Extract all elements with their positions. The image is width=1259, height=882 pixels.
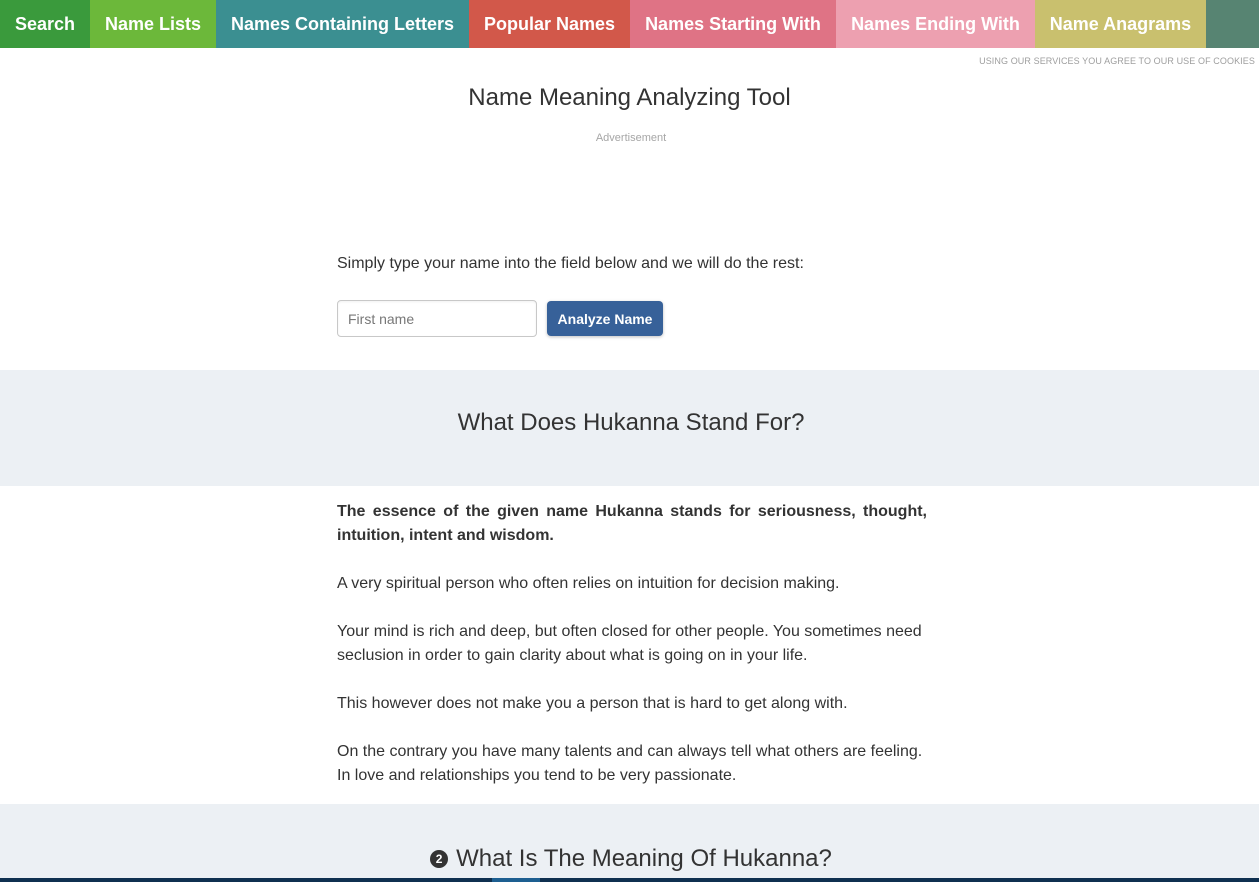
section-heading-band-2: 2 What Is The Meaning Of Hukanna? [0, 804, 1259, 882]
page-title: Name Meaning Analyzing Tool [468, 84, 791, 111]
paragraph: A very spiritual person who often relies… [337, 575, 840, 592]
paragraph: This however does not make you a person … [337, 695, 848, 712]
advertisement-label: Advertisement [595, 132, 667, 144]
meaning-content: The essence of the given name Hukanna st… [337, 500, 927, 812]
number-badge-icon: 2 [430, 850, 449, 868]
bottom-strip [0, 878, 1259, 882]
section-heading-band: What Does Hukanna Stand For? [0, 370, 1259, 486]
cookie-notice: USING OUR SERVICES YOU AGREE TO OUR USE … [979, 56, 1255, 66]
top-navigation: Search Name Lists Names Containing Lette… [0, 0, 1259, 48]
section-heading: What Does Hukanna Stand For? [457, 409, 805, 436]
instruction-text: Simply type your name into the field bel… [337, 255, 804, 272]
section-heading-2: 2 What Is The Meaning Of Hukanna? [0, 845, 1259, 873]
nav-names-starting-with[interactable]: Names Starting With [630, 0, 836, 48]
paragraph: On the contrary you have many talents an… [337, 743, 923, 784]
nav-name-lists[interactable]: Name Lists [90, 0, 216, 48]
analyze-name-button[interactable]: Analyze Name [547, 301, 663, 336]
lead-paragraph: The essence of the given name Hukanna st… [337, 503, 927, 544]
nav-filler [1206, 0, 1259, 48]
nav-names-ending-with[interactable]: Names Ending With [836, 0, 1035, 48]
section-heading-2-text: What Is The Meaning Of Hukanna? [456, 845, 832, 872]
first-name-input[interactable] [337, 300, 537, 337]
bottom-strip-segment [492, 878, 540, 882]
nav-names-containing-letters[interactable]: Names Containing Letters [216, 0, 469, 48]
nav-name-anagrams[interactable]: Name Anagrams [1035, 0, 1206, 48]
paragraph: Your mind is rich and deep, but often cl… [337, 623, 922, 664]
nav-search[interactable]: Search [0, 0, 90, 48]
nav-popular-names[interactable]: Popular Names [469, 0, 630, 48]
